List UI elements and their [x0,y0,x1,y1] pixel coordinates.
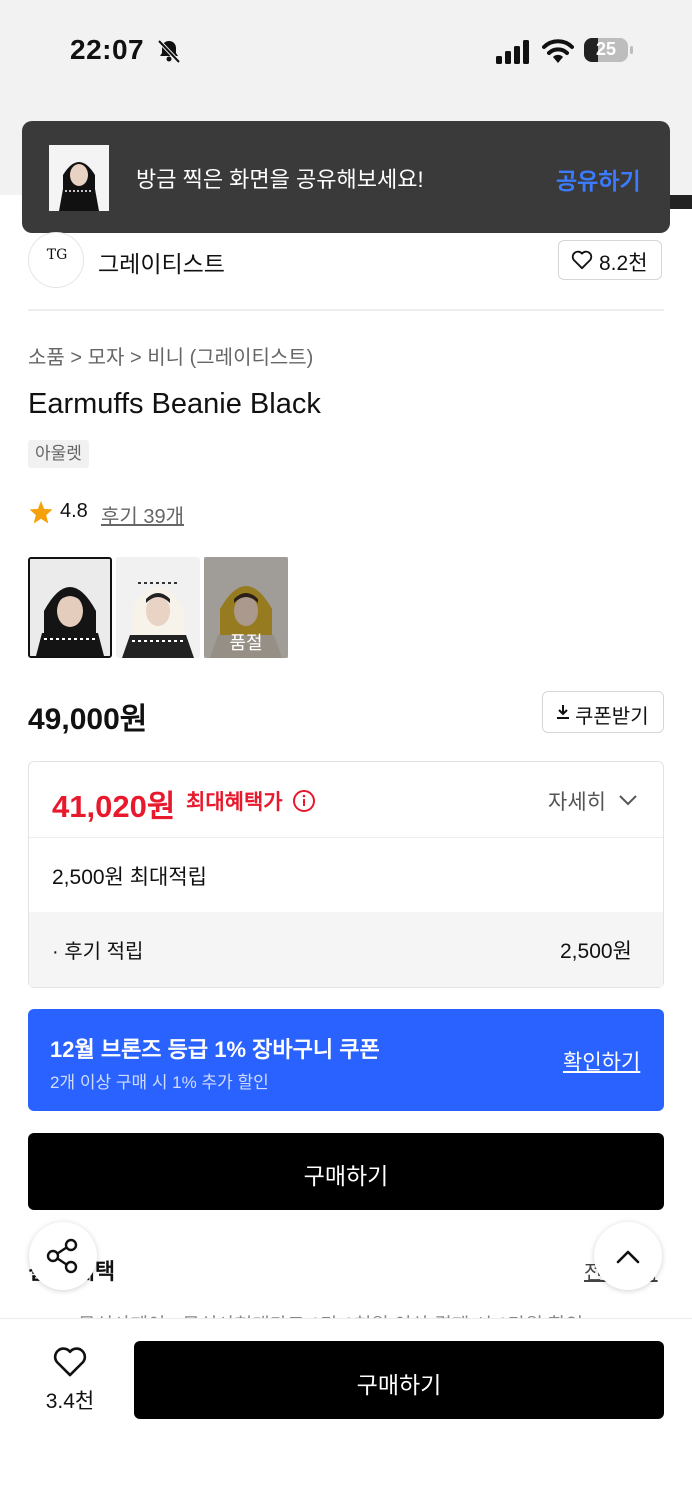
info-icon[interactable] [292,789,316,813]
product-title: Earmuffs Beanie Black [28,388,321,420]
toast-message: 방금 찍은 화면을 공유해보세요! [136,167,424,192]
image-edge [670,195,692,209]
brand-name[interactable]: 그레이티스트 [98,245,225,279]
breadcrumb: 소품 > 모자 > 비니 (그레이티스트) [28,341,313,370]
breadcrumb-item[interactable]: 비니 (그레이티스트) [147,347,313,369]
review-points-label: · 후기 적립 [52,941,144,963]
outlet-tag: 아울렛 [28,440,89,468]
share-fab[interactable] [29,1222,97,1290]
toast-share-button[interactable]: 공유하기 [556,162,641,196]
screenshot-preview-image [49,145,109,211]
bottom-buy-button[interactable]: 구매하기 [134,1341,664,1419]
screenshot-thumbnail[interactable] [49,145,109,211]
download-coupon-button[interactable]: 쿠폰받기 [542,691,664,733]
brand-logo-text: TG [46,247,68,263]
soldout-overlay: 품절 [204,557,288,658]
max-benefit-price: 41,020원 [52,789,176,824]
review-points-value: 2,500원 [560,940,632,963]
color-option-black[interactable] [28,557,112,658]
coupon-button-label: 쿠폰받기 [575,706,649,728]
soldout-label: 품절 [229,633,263,653]
chevron-right-icon: > [130,347,148,369]
beanie-black-image [30,559,110,656]
product-like-count: 3.4천 [45,1390,95,1413]
battery-level: 25 [595,39,617,59]
heart-icon[interactable] [52,1346,88,1378]
status-time: 22:07 [70,34,145,65]
brand-like-button[interactable]: 8.2천 [558,240,662,280]
cellular-signal-icon [496,40,529,64]
divider [29,837,663,838]
breadcrumb-item[interactable]: 모자 [88,347,125,369]
wifi-icon [542,39,574,63]
max-benefit-label: 최대혜택가 [186,791,283,814]
product-price: 49,000원 [28,703,148,736]
review-count-link[interactable]: 후기 39개 [101,500,184,529]
breadcrumb-item[interactable]: 소품 [28,347,65,369]
promo-title: 12월 브론즈 등급 1% 장바구니 쿠폰 [50,1037,380,1062]
heart-icon [571,250,593,270]
bell-muted-icon [157,39,181,64]
bottom-buy-label: 구매하기 [356,1372,442,1398]
color-option-ivory[interactable] [116,557,200,658]
benefit-detail-toggle[interactable]: 자세히 [548,786,606,816]
beanie-ivory-image [116,557,200,658]
promo-confirm-link[interactable]: 확인하기 [563,1046,640,1076]
buy-button[interactable]: 구매하기 [28,1133,664,1210]
chevron-down-icon[interactable] [618,793,638,807]
promo-subtitle: 2개 이상 구매 시 1% 추가 할인 [50,1073,269,1092]
chevron-right-icon: > [70,347,88,369]
brand-logo[interactable]: TG [28,232,84,288]
brand-like-count: 8.2천 [599,252,648,275]
divider [28,309,664,311]
star-icon [29,501,53,524]
scroll-top-fab[interactable] [594,1222,662,1290]
buy-button-label: 구매하기 [303,1163,389,1189]
rating-value: 4.8 [60,500,88,522]
share-icon [46,1238,78,1274]
chevron-up-icon [616,1250,640,1264]
battery-icon: 25 [584,38,636,64]
download-icon [557,705,569,719]
max-points: 2,500원 최대적립 [52,866,207,889]
